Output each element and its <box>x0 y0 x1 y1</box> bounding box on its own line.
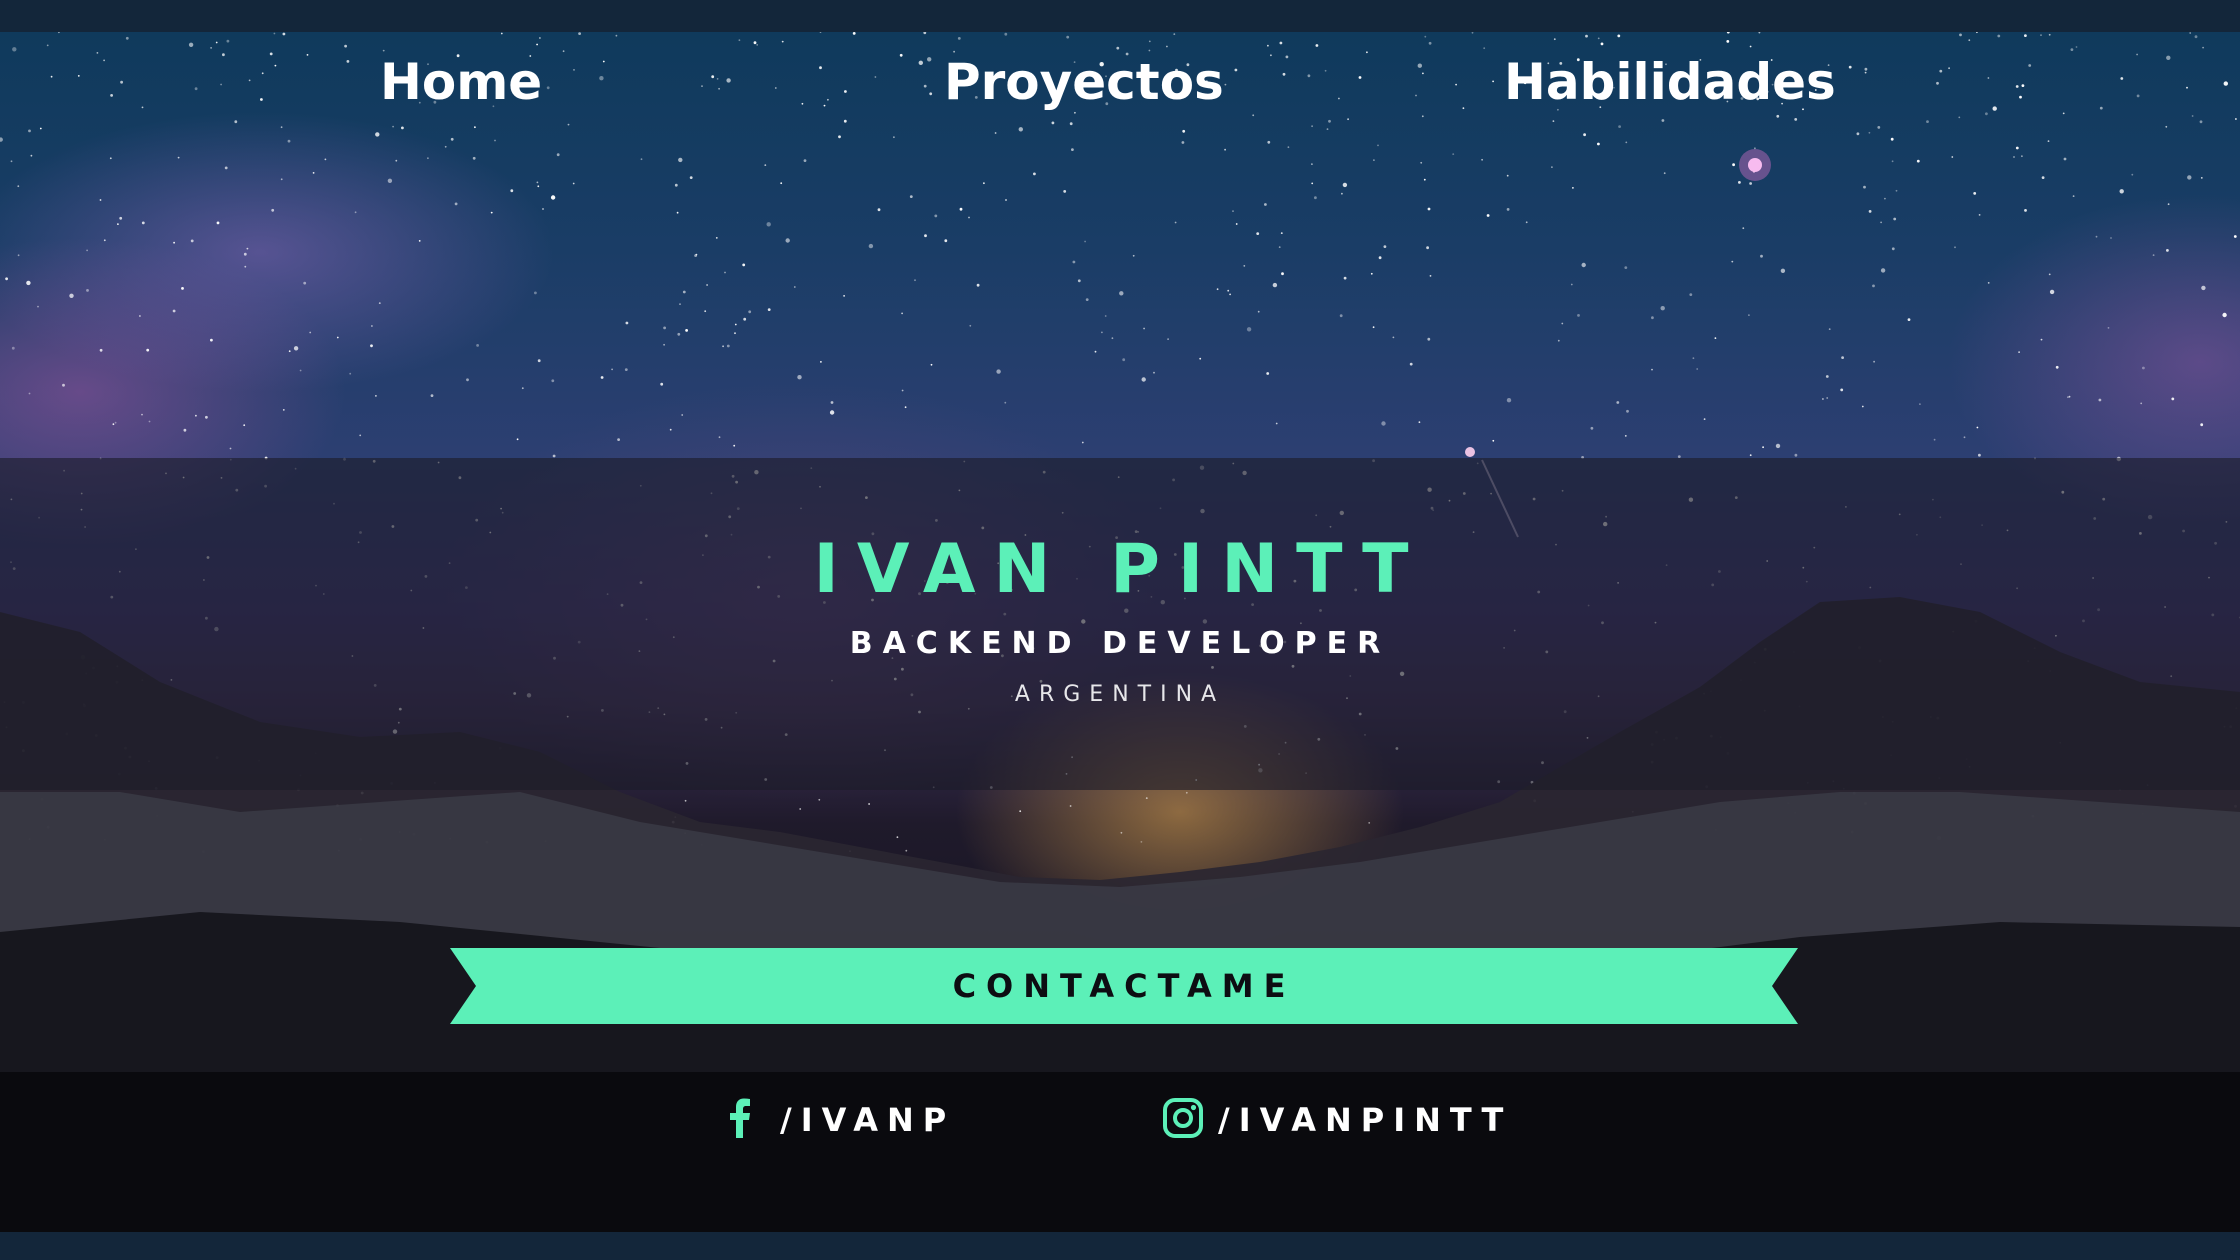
developer-role: BACKEND DEVELOPER <box>849 626 1391 661</box>
facebook-handle: /IVANP <box>780 1101 956 1139</box>
nav-link-habilidades[interactable]: Habilidades <box>1504 52 1836 112</box>
facebook-icon <box>728 1098 752 1142</box>
facebook-link[interactable]: /IVANP <box>728 1090 955 1150</box>
developer-name: IVAN PINTT <box>813 530 1427 609</box>
instagram-icon <box>1162 1097 1204 1143</box>
instagram-link[interactable]: /IVANPINTT <box>1162 1090 1512 1150</box>
instagram-handle: /IVANPINTT <box>1218 1101 1513 1139</box>
nav-link-home[interactable]: Home <box>380 52 542 112</box>
developer-country: ARGENTINA <box>1014 682 1226 707</box>
main-nav: Home Proyectos Habilidades <box>0 32 2240 132</box>
nav-link-proyectos[interactable]: Proyectos <box>944 52 1224 112</box>
title-band <box>0 458 2240 790</box>
top-bar <box>0 0 2240 32</box>
bottom-bar <box>0 1232 2240 1260</box>
contact-button[interactable]: CONTACTAME <box>450 948 1798 1024</box>
contact-button-label: CONTACTAME <box>952 967 1296 1005</box>
